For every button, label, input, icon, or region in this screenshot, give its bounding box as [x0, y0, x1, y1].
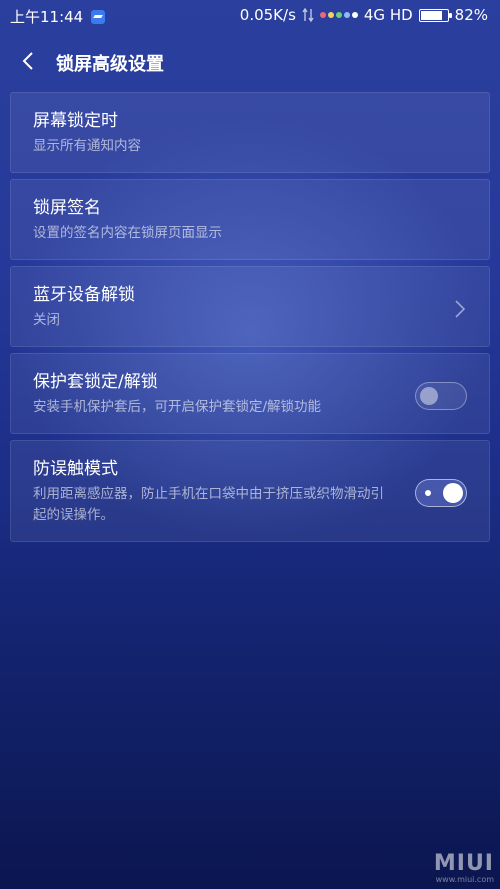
settings-list: 屏幕锁定时 显示所有通知内容 锁屏签名 设置的签名内容在锁屏页面显示 蓝牙设备解… [10, 92, 490, 548]
data-transfer-icon [302, 7, 314, 23]
status-bar: 上午11:44 0.05K/s 4G HD 82% [0, 0, 500, 30]
app-notification-icon [91, 9, 106, 24]
page-title: 锁屏高级设置 [56, 54, 164, 75]
setting-subtitle: 安装手机保护套后，可开启保护套锁定/解锁功能 [33, 399, 322, 415]
setting-anti-mistouch[interactable]: 防误触模式 利用距离感应器，防止手机在口袋中由于挤压或织物滑动引起的误操作。 [10, 440, 490, 542]
cover-lock-toggle[interactable] [415, 382, 467, 410]
setting-subtitle: 显示所有通知内容 [33, 138, 141, 154]
setting-subtitle: 利用距离感应器，防止手机在口袋中由于挤压或织物滑动引起的误操作。 [33, 486, 384, 523]
setting-title: 锁屏签名 [33, 198, 101, 218]
setting-title: 蓝牙设备解锁 [33, 285, 135, 305]
setting-bluetooth-unlock[interactable]: 蓝牙设备解锁 关闭 [10, 266, 490, 347]
notification-dots-icon [319, 12, 358, 18]
status-time: 上午11:44 [10, 8, 84, 26]
battery-icon [418, 8, 452, 22]
setting-lock-screen-notifications[interactable]: 屏幕锁定时 显示所有通知内容 [10, 92, 490, 173]
battery-percent: 82% [454, 6, 488, 24]
setting-cover-lock[interactable]: 保护套锁定/解锁 安装手机保护套后，可开启保护套锁定/解锁功能 [10, 353, 490, 434]
setting-lock-screen-signature[interactable]: 锁屏签名 设置的签名内容在锁屏页面显示 [10, 179, 490, 260]
watermark-url: www.miui.com [435, 875, 494, 884]
anti-mistouch-toggle[interactable] [415, 479, 467, 507]
watermark-logo: MIUI [433, 851, 494, 876]
network-type: 4G HD [363, 6, 413, 24]
setting-title: 屏幕锁定时 [33, 111, 118, 131]
setting-subtitle: 设置的签名内容在锁屏页面显示 [33, 225, 222, 241]
toggle-knob [443, 483, 463, 503]
toggle-knob [420, 387, 438, 405]
setting-title: 防误触模式 [33, 459, 118, 479]
network-speed: 0.05K/s [239, 6, 296, 24]
chevron-right-icon [455, 300, 466, 318]
header: 锁屏高级设置 [0, 40, 500, 84]
miui-watermark: MIUI www.miui.com [434, 853, 494, 885]
toggle-on-indicator [425, 490, 431, 496]
setting-subtitle: 关闭 [33, 312, 60, 328]
chevron-left-icon[interactable] [18, 50, 40, 72]
setting-title: 保护套锁定/解锁 [33, 372, 158, 392]
